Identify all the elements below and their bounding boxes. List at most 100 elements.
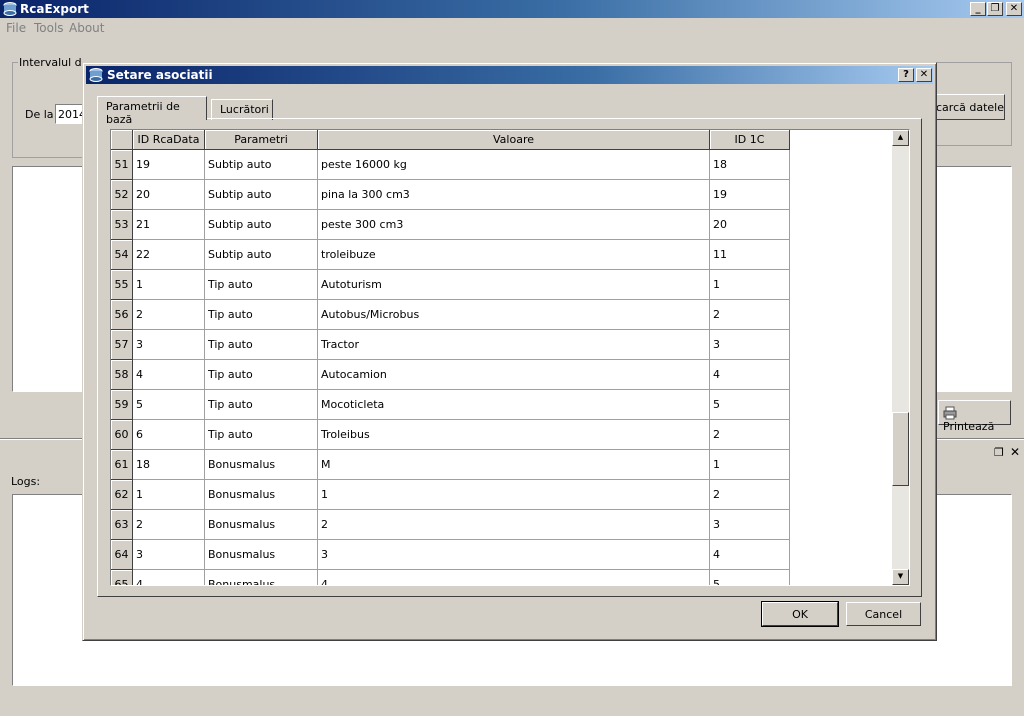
cell-valoare[interactable]: troleibuze — [318, 240, 710, 270]
cell-id-rcadata[interactable]: 3 — [133, 540, 205, 570]
cell-parametri[interactable]: Bonusmalus — [205, 450, 318, 480]
cell-id-1c[interactable]: 18 — [710, 150, 790, 180]
cell-parametri[interactable]: Tip auto — [205, 420, 318, 450]
dock-close-icon[interactable]: ✕ — [1010, 445, 1020, 459]
cell-id-rcadata[interactable]: 2 — [133, 510, 205, 540]
cell-id-rcadata[interactable]: 4 — [133, 570, 205, 585]
cell-id-1c[interactable]: 2 — [710, 300, 790, 330]
close-window-button[interactable]: ✕ — [1006, 2, 1022, 16]
restore-button[interactable]: ❐ — [987, 2, 1003, 16]
table-row[interactable]: 54 22 Subtip auto troleibuze 11 — [111, 240, 891, 270]
cell-id-rcadata[interactable]: 2 — [133, 300, 205, 330]
table-row[interactable]: 60 6 Tip auto Troleibus 2 — [111, 420, 891, 450]
help-button[interactable]: ? — [898, 68, 914, 82]
dock-float-icon[interactable]: ❐ — [994, 446, 1004, 459]
cell-id-1c[interactable]: 5 — [710, 570, 790, 585]
table-row[interactable]: 55 1 Tip auto Autoturism 1 — [111, 270, 891, 300]
cell-id-1c[interactable]: 2 — [710, 480, 790, 510]
print-button[interactable]: Printează — [938, 400, 1011, 433]
cell-id-1c[interactable]: 1 — [710, 270, 790, 300]
cell-valoare[interactable]: Tractor — [318, 330, 710, 360]
cell-id-rcadata[interactable]: 1 — [133, 480, 205, 510]
scroll-thumb[interactable] — [892, 412, 909, 486]
vertical-scrollbar[interactable]: ▲ ▼ — [892, 130, 909, 585]
from-date-input[interactable]: 2014 — [55, 104, 86, 124]
cell-parametri[interactable]: Subtip auto — [205, 150, 318, 180]
table-row[interactable]: 57 3 Tip auto Tractor 3 — [111, 330, 891, 360]
tab-workers[interactable]: Lucrători — [211, 99, 273, 120]
menu-file[interactable]: File — [6, 21, 26, 35]
cell-valoare[interactable]: 2 — [318, 510, 710, 540]
cell-id-1c[interactable]: 19 — [710, 180, 790, 210]
cell-valoare[interactable]: 4 — [318, 570, 710, 585]
cell-parametri[interactable]: Bonusmalus — [205, 570, 318, 585]
row-number[interactable]: 63 — [111, 510, 133, 540]
menu-about[interactable]: About — [69, 21, 104, 35]
dialog-close-button[interactable]: ✕ — [916, 68, 932, 82]
cell-valoare[interactable]: Troleibus — [318, 420, 710, 450]
cell-valoare[interactable]: peste 300 cm3 — [318, 210, 710, 240]
cell-parametri[interactable]: Tip auto — [205, 390, 318, 420]
row-number[interactable]: 65 — [111, 570, 133, 585]
row-number[interactable]: 54 — [111, 240, 133, 270]
cell-id-rcadata[interactable]: 18 — [133, 450, 205, 480]
cell-id-rcadata[interactable]: 1 — [133, 270, 205, 300]
cell-id-rcadata[interactable]: 3 — [133, 330, 205, 360]
table-row[interactable]: 59 5 Tip auto Mocoticleta 5 — [111, 390, 891, 420]
row-number[interactable]: 64 — [111, 540, 133, 570]
table-row[interactable]: 65 4 Bonusmalus 4 5 — [111, 570, 891, 585]
row-number[interactable]: 59 — [111, 390, 133, 420]
cell-valoare[interactable]: 3 — [318, 540, 710, 570]
ok-button[interactable]: OK — [761, 601, 839, 627]
scroll-up-button[interactable]: ▲ — [892, 130, 909, 146]
menu-tools[interactable]: Tools — [34, 21, 64, 35]
tab-basic-params[interactable]: Parametrii de bază — [97, 96, 207, 126]
cell-id-rcadata[interactable]: 21 — [133, 210, 205, 240]
row-number[interactable]: 52 — [111, 180, 133, 210]
cell-parametri[interactable]: Tip auto — [205, 270, 318, 300]
cell-parametri[interactable]: Subtip auto — [205, 210, 318, 240]
cell-valoare[interactable]: Autocamion — [318, 360, 710, 390]
cell-parametri[interactable]: Tip auto — [205, 330, 318, 360]
cell-valoare[interactable]: 1 — [318, 480, 710, 510]
cell-parametri[interactable]: Tip auto — [205, 360, 318, 390]
row-number[interactable]: 62 — [111, 480, 133, 510]
cell-parametri[interactable]: Bonusmalus — [205, 540, 318, 570]
cell-id-1c[interactable]: 2 — [710, 420, 790, 450]
row-number[interactable]: 58 — [111, 360, 133, 390]
cell-id-1c[interactable]: 4 — [710, 360, 790, 390]
cell-parametri[interactable]: Subtip auto — [205, 240, 318, 270]
cell-id-1c[interactable]: 4 — [710, 540, 790, 570]
cell-id-1c[interactable]: 1 — [710, 450, 790, 480]
cell-parametri[interactable]: Subtip auto — [205, 180, 318, 210]
row-number[interactable]: 55 — [111, 270, 133, 300]
cell-id-1c[interactable]: 11 — [710, 240, 790, 270]
row-number[interactable]: 53 — [111, 210, 133, 240]
table-row[interactable]: 61 18 Bonusmalus M 1 — [111, 450, 891, 480]
cancel-button[interactable]: Cancel — [846, 602, 921, 626]
cell-id-1c[interactable]: 3 — [710, 330, 790, 360]
cell-id-rcadata[interactable]: 4 — [133, 360, 205, 390]
cell-valoare[interactable]: peste 16000 kg — [318, 150, 710, 180]
row-number[interactable]: 57 — [111, 330, 133, 360]
cell-id-1c[interactable]: 5 — [710, 390, 790, 420]
cell-id-rcadata[interactable]: 6 — [133, 420, 205, 450]
cell-parametri[interactable]: Bonusmalus — [205, 510, 318, 540]
table-row[interactable]: 51 19 Subtip auto peste 16000 kg 18 — [111, 150, 891, 180]
row-number[interactable]: 51 — [111, 150, 133, 180]
cell-valoare[interactable]: M — [318, 450, 710, 480]
table-row[interactable]: 62 1 Bonusmalus 1 2 — [111, 480, 891, 510]
table-row[interactable]: 64 3 Bonusmalus 3 4 — [111, 540, 891, 570]
cell-valoare[interactable]: pina la 300 cm3 — [318, 180, 710, 210]
column-header-parametri[interactable]: Parametri — [205, 130, 318, 150]
load-data-button[interactable]: Încarcă datele — [937, 94, 1005, 120]
cell-id-rcadata[interactable]: 19 — [133, 150, 205, 180]
row-number[interactable]: 60 — [111, 420, 133, 450]
scroll-down-button[interactable]: ▼ — [892, 569, 909, 585]
table-row[interactable]: 63 2 Bonusmalus 2 3 — [111, 510, 891, 540]
cell-id-1c[interactable]: 3 — [710, 510, 790, 540]
cell-id-rcadata[interactable]: 20 — [133, 180, 205, 210]
cell-id-rcadata[interactable]: 5 — [133, 390, 205, 420]
table-row[interactable]: 58 4 Tip auto Autocamion 4 — [111, 360, 891, 390]
table-row[interactable]: 52 20 Subtip auto pina la 300 cm3 19 — [111, 180, 891, 210]
